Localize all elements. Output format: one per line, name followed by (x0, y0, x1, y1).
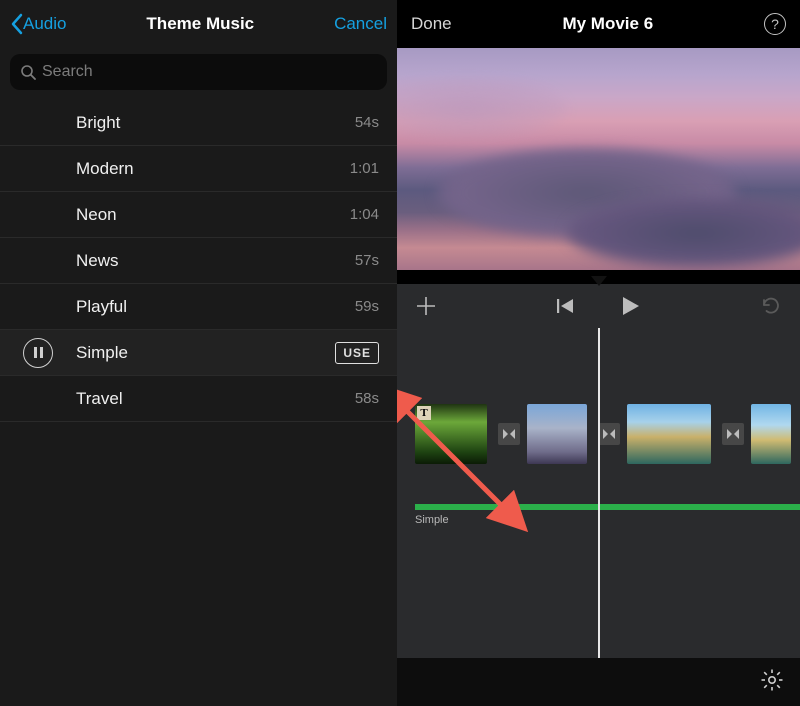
back-button[interactable]: Audio (10, 13, 66, 35)
track-row[interactable]: Playful 59s (0, 284, 397, 330)
left-title: Theme Music (146, 14, 254, 34)
search-icon (20, 64, 36, 80)
gear-icon (760, 668, 784, 692)
video-clip[interactable]: T (415, 404, 487, 464)
playhead[interactable] (598, 328, 600, 658)
track-duration: 59s (355, 298, 379, 315)
audio-track[interactable] (415, 504, 800, 510)
timeline[interactable]: T Simple (397, 328, 800, 658)
track-row[interactable]: Modern 1:01 (0, 146, 397, 192)
track-row[interactable]: Travel 58s (0, 376, 397, 422)
bottom-toolbar (397, 658, 800, 706)
track-duration: 54s (355, 114, 379, 131)
transition-icon (602, 427, 616, 441)
track-name: Modern (76, 159, 350, 179)
track-name: Neon (76, 205, 350, 225)
track-list: Bright 54s Modern 1:01 Neon 1:04 News 57… (0, 100, 397, 706)
undo-button[interactable] (760, 296, 782, 316)
left-header: Audio Theme Music Cancel (0, 0, 397, 48)
search-input[interactable] (42, 63, 377, 81)
track-name: News (76, 251, 355, 271)
video-preview[interactable] (397, 48, 800, 270)
track-name: Travel (76, 389, 355, 409)
skip-back-icon (557, 298, 575, 314)
track-name: Playful (76, 297, 355, 317)
track-duration: 1:01 (350, 160, 379, 177)
transition-icon (726, 427, 740, 441)
help-button[interactable]: ? (764, 13, 786, 35)
track-row[interactable]: News 57s (0, 238, 397, 284)
search-field[interactable] (10, 54, 387, 90)
playback-toolbar (397, 284, 800, 328)
chevron-left-icon (10, 13, 23, 35)
track-row[interactable]: Neon 1:04 (0, 192, 397, 238)
track-name: Bright (76, 113, 355, 133)
theme-music-panel: Audio Theme Music Cancel Bright 54s Mode… (0, 0, 397, 706)
settings-button[interactable] (760, 668, 784, 697)
pause-icon (34, 347, 43, 358)
plus-icon (415, 295, 437, 317)
track-duration: 58s (355, 390, 379, 407)
transition-icon (502, 427, 516, 441)
playhead-marker-icon (591, 276, 607, 292)
right-header: Done My Movie 6 ? (397, 0, 800, 48)
project-title: My Movie 6 (562, 14, 653, 34)
skip-back-button[interactable] (557, 298, 575, 314)
editor-panel: Done My Movie 6 ? (397, 0, 800, 706)
transition-button[interactable] (598, 423, 620, 445)
audio-track-label: Simple (415, 514, 449, 526)
transition-button[interactable] (498, 423, 520, 445)
track-row[interactable]: Bright 54s (0, 100, 397, 146)
video-clip[interactable] (751, 404, 791, 464)
track-name: Simple (76, 343, 335, 363)
transition-button[interactable] (722, 423, 744, 445)
video-clip[interactable] (627, 404, 711, 464)
pause-button[interactable] (23, 338, 53, 368)
title-badge: T (417, 406, 431, 420)
track-row-selected[interactable]: Simple USE (0, 330, 397, 376)
use-button[interactable]: USE (335, 342, 379, 364)
add-media-button[interactable] (415, 295, 437, 317)
undo-icon (760, 296, 782, 316)
video-clip[interactable] (527, 404, 587, 464)
play-button[interactable] (619, 295, 641, 317)
track-duration: 1:04 (350, 206, 379, 223)
back-label: Audio (23, 14, 66, 34)
track-duration: 57s (355, 252, 379, 269)
cancel-button[interactable]: Cancel (334, 14, 387, 34)
play-icon (619, 295, 641, 317)
done-button[interactable]: Done (411, 14, 452, 34)
